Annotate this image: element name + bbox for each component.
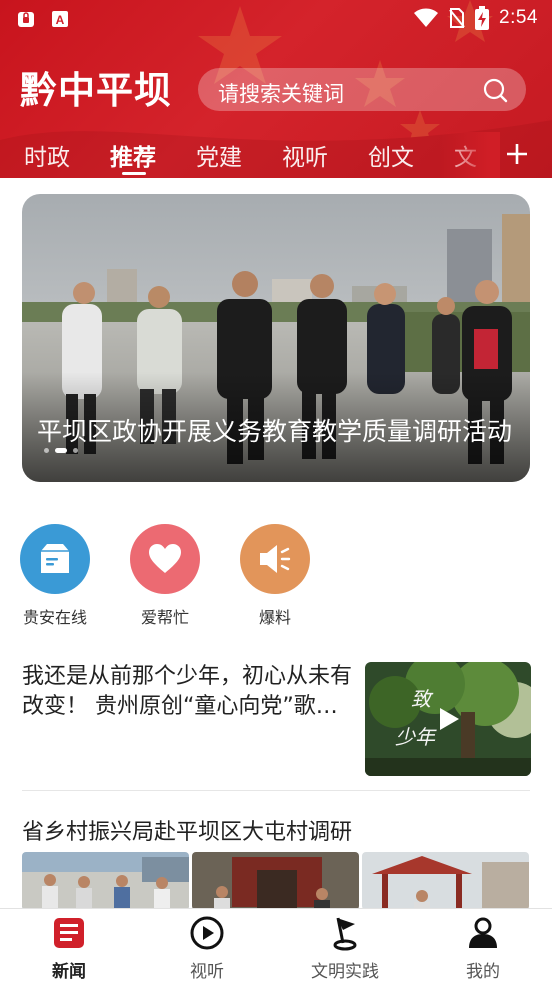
- svg-text:致: 致: [411, 687, 434, 711]
- tab-dangjian[interactable]: 党建: [196, 138, 242, 172]
- header: A 2:54 黔中平坝 请搜索关键词 时政 推荐 党建 视听 创文: [0, 0, 552, 178]
- news-image[interactable]: [362, 852, 529, 910]
- app-notification-icon: A: [52, 11, 68, 27]
- status-bar: A 2:54: [0, 0, 552, 40]
- tab-shiting[interactable]: 视听: [282, 138, 328, 172]
- carousel-dot-active: [55, 448, 67, 453]
- channel-tabs: 时政 推荐 党建 视听 创文 文: [0, 132, 552, 178]
- quick-action-report[interactable]: 爆料: [239, 524, 311, 628]
- nav-label: 文明实践: [311, 962, 379, 982]
- banner-title[interactable]: 平坝区政协开展义务教育教学质量调研活动: [37, 412, 517, 448]
- carousel-indicator: [44, 448, 78, 453]
- news-thumbnail[interactable]: 致 少年: [365, 662, 531, 776]
- quick-action-label: 贵安在线: [22, 608, 87, 627]
- news-image[interactable]: [22, 852, 189, 910]
- play-circle-icon[interactable]: [189, 915, 225, 951]
- active-tab-indicator: [122, 172, 146, 175]
- wifi-icon: [414, 8, 439, 27]
- tab-chuangwen[interactable]: 创文: [368, 138, 414, 172]
- tab-tuijian[interactable]: 推荐: [110, 138, 156, 172]
- nav-label: 视听: [190, 962, 224, 982]
- brand-logo: 黔中平坝: [20, 68, 172, 112]
- quick-action-label: 爱帮忙: [140, 608, 189, 627]
- nav-civilization[interactable]: 文明实践: [290, 909, 400, 983]
- flag-icon[interactable]: [327, 915, 363, 951]
- news-image[interactable]: [192, 852, 359, 910]
- app-screen: A 2:54 黔中平坝 请搜索关键词 时政 推荐 党建 视听 创文 平坝区政协开…: [0, 0, 552, 983]
- search-input[interactable]: 请搜索关键词: [218, 78, 344, 108]
- news-item[interactable]: 我还是从前那个少年，初心从未有改变！ 贵州原创“童心向党”歌曲《致少年》发布 致…: [22, 662, 531, 776]
- heart-icon[interactable]: [130, 524, 200, 594]
- nav-label: 我的: [466, 962, 500, 982]
- play-icon[interactable]: [437, 706, 461, 732]
- bottom-nav: 新闻 视听 文明实践 我的: [0, 908, 552, 983]
- no-sim-icon: [449, 8, 465, 28]
- news-title[interactable]: 我还是从前那个少年，初心从未有改变！ 贵州原创“童心向党”歌曲《致少年》发布: [22, 662, 352, 722]
- carousel-dot: [73, 448, 78, 453]
- user-icon[interactable]: [465, 915, 501, 951]
- status-time: 2:54: [499, 7, 538, 28]
- lock-notification-icon: [18, 12, 34, 27]
- news-icon[interactable]: [51, 915, 87, 951]
- tabs-fade: [440, 132, 500, 178]
- carousel-dot: [44, 448, 49, 453]
- search-bar[interactable]: 请搜索关键词: [198, 68, 526, 111]
- quick-action-guian-online[interactable]: 贵安在线: [19, 524, 91, 628]
- banner-carousel[interactable]: 平坝区政协开展义务教育教学质量调研活动: [22, 194, 530, 482]
- svg-text:A: A: [56, 13, 65, 27]
- battery-charging-icon: [475, 6, 490, 30]
- nav-label: 新闻: [52, 962, 86, 982]
- quick-action-label: 爆料: [258, 608, 291, 627]
- box-icon[interactable]: [20, 524, 90, 594]
- tab-shizheng[interactable]: 时政: [24, 138, 70, 172]
- news-title[interactable]: 省乡村振兴局赴平坝区大屯村调研: [22, 814, 530, 846]
- nav-video[interactable]: 视听: [152, 909, 262, 983]
- nav-news[interactable]: 新闻: [14, 909, 124, 983]
- quick-action-help[interactable]: 爱帮忙: [129, 524, 201, 628]
- megaphone-icon[interactable]: [240, 524, 310, 594]
- search-icon[interactable]: [482, 77, 508, 103]
- svg-text:少年: 少年: [395, 725, 437, 749]
- plus-icon[interactable]: [500, 138, 534, 170]
- nav-profile[interactable]: 我的: [428, 909, 538, 983]
- divider: [22, 790, 530, 791]
- news-image-row[interactable]: [22, 852, 530, 910]
